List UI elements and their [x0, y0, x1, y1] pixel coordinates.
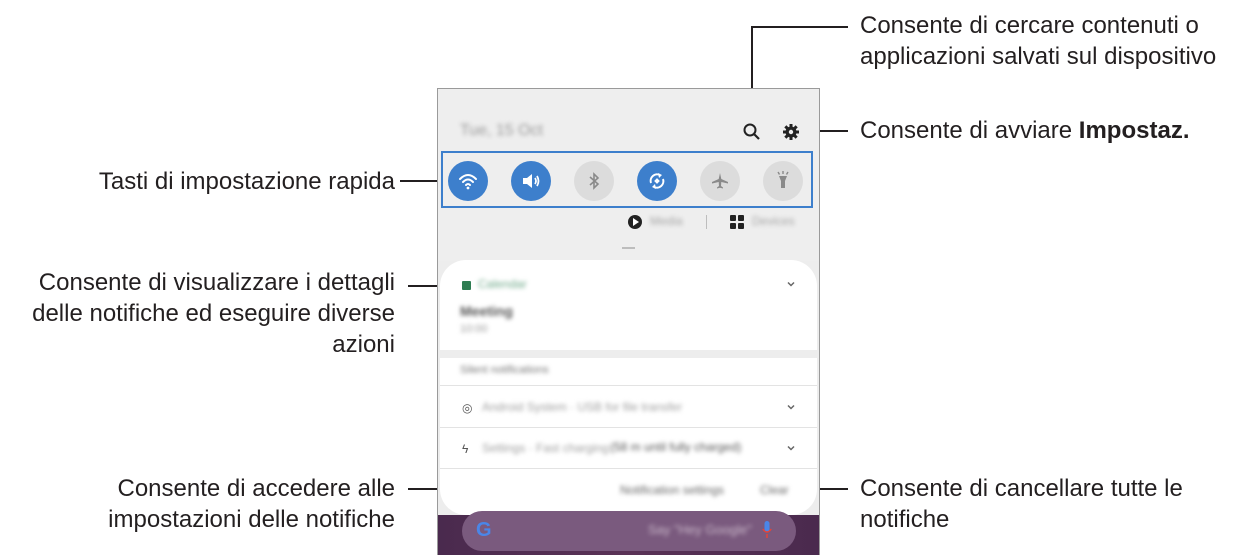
notification-settings-button[interactable]: Notification settings	[620, 483, 724, 497]
devices-label[interactable]: Devices	[752, 214, 795, 228]
clear-line1: Consente di cancellare tutte le	[860, 475, 1183, 502]
search-callout-line2: applicazioni salvati sul dispositivo	[860, 43, 1217, 70]
play-icon[interactable]	[628, 215, 642, 229]
chevron-down-icon[interactable]	[785, 278, 797, 290]
notification-app-name: Calendar	[478, 277, 527, 291]
search-icon[interactable]	[742, 122, 762, 142]
settings-callout-text: Consente di avviare	[860, 117, 1079, 144]
search-callout: Consente di cercare contenuti o applicaz…	[860, 10, 1216, 72]
settings-callout-bold: Impostaz.	[1078, 117, 1190, 144]
bolt-icon: ϟ	[462, 442, 469, 456]
google-search-bar[interactable]: G Say "Hey Google"	[462, 511, 796, 551]
clear-callout: Consente di cancellare tutte le notifich…	[860, 473, 1183, 535]
calendar-icon	[462, 281, 471, 290]
media-devices-row: Media Devices	[628, 211, 808, 235]
calendar-notification-card[interactable]: Calendar Meeting 10:00	[440, 260, 817, 350]
notif-details-line1: Consente di visualizzare i dettagli	[38, 269, 395, 296]
charging-notification-row[interactable]: ϟ Settings · Fast charging (58 m until f…	[440, 428, 817, 468]
usb-notification-row[interactable]: ◎ Android System · USB for file transfer	[440, 387, 817, 427]
quick-settings-callout-text: Tasti di impostazione rapida	[98, 168, 395, 195]
settings-callout: Consente di avviare Impostaz.	[860, 115, 1189, 146]
mic-icon[interactable]	[762, 521, 772, 539]
chevron-down-icon[interactable]	[785, 401, 797, 413]
panel-drag-handle[interactable]	[622, 247, 635, 249]
usb-icon: ◎	[462, 401, 473, 415]
clear-all-button[interactable]: Clear	[760, 483, 789, 497]
notif-settings-line2: impostazioni delle notifiche	[108, 506, 395, 533]
clear-line2: notifiche	[860, 506, 950, 533]
date-time: Tue, 15 Oct	[460, 122, 543, 139]
notification-subtitle: 10:00	[460, 323, 488, 335]
notification-title: Meeting	[460, 303, 513, 319]
notification-actions-bar: Notification settings Clear	[440, 469, 817, 515]
quick-settings-callout: Tasti di impostazione rapida	[99, 166, 395, 197]
devices-grid-icon[interactable]	[730, 215, 746, 231]
charging-time: (58 m until fully charged)	[610, 440, 742, 454]
gear-icon[interactable]	[781, 122, 801, 142]
notif-details-line2: delle notifiche ed eseguire diverse	[32, 300, 395, 327]
media-separator	[706, 215, 707, 229]
divider	[440, 385, 817, 386]
notif-details-callout: Consente di visualizzare i dettagli dell…	[32, 267, 395, 360]
chevron-down-icon[interactable]	[785, 442, 797, 454]
notif-settings-callout: Consente di accedere alle impostazioni d…	[108, 473, 395, 535]
google-logo: G	[476, 519, 492, 541]
quick-settings-highlight	[441, 151, 813, 208]
usb-notification-text: Android System · USB for file transfer	[482, 400, 683, 414]
notif-details-line3: azioni	[332, 331, 395, 358]
charging-notification-text: Settings · Fast charging	[482, 441, 609, 455]
notif-settings-line1: Consente di accedere alle	[117, 475, 395, 502]
search-callout-line1: Consente di cercare contenuti o	[860, 12, 1199, 39]
silent-notifications-header: Silent notifications	[460, 364, 549, 376]
media-label[interactable]: Media	[650, 214, 683, 228]
home-screen-background: G Say "Hey Google"	[438, 511, 819, 555]
google-bar-text: Say "Hey Google"	[648, 522, 752, 537]
